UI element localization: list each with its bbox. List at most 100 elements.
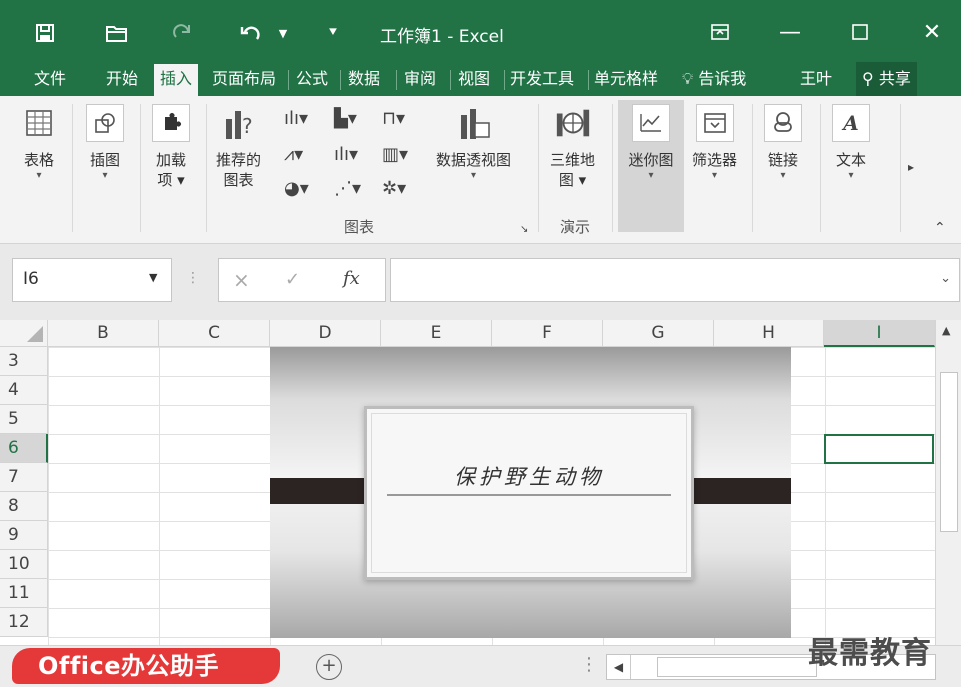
chevron-down-icon: ▾: [36, 170, 42, 181]
undo-icon[interactable]: [236, 18, 266, 48]
column-header-b[interactable]: B: [48, 320, 159, 347]
column-header-d[interactable]: D: [270, 320, 381, 347]
tell-me-box[interactable]: 💡︎ 告诉我: [676, 62, 752, 96]
chevron-down-icon: ▾: [648, 170, 654, 181]
active-cell-i6[interactable]: [824, 434, 934, 464]
scatter-chart-icon[interactable]: ⋰▾: [334, 178, 361, 199]
add-sheet-icon[interactable]: +: [316, 654, 342, 680]
tab-file[interactable]: 文件: [28, 62, 72, 96]
group-separator: [612, 104, 613, 232]
group-separator: [72, 104, 73, 232]
column-header-h[interactable]: H: [714, 320, 824, 347]
slicer-icon: [695, 104, 734, 142]
column-header-g[interactable]: G: [603, 320, 714, 347]
recommended-charts-label-line2: 图表: [223, 171, 254, 189]
combo-chart-icon[interactable]: ▥▾: [382, 144, 408, 165]
ribbon-display-options-icon[interactable]: [700, 14, 740, 50]
column-header-f[interactable]: F: [492, 320, 603, 347]
row-header-4[interactable]: 4: [0, 376, 48, 405]
formula-bar-resize-handle[interactable]: ⋮: [186, 270, 200, 286]
pivot-chart-button[interactable]: 数据透视图 ▾: [436, 104, 511, 182]
horizontal-scroll-thumb[interactable]: [657, 657, 817, 677]
save-icon[interactable]: [30, 18, 60, 48]
row-header-3[interactable]: 3: [0, 347, 48, 376]
tab-view[interactable]: 视图: [452, 62, 496, 96]
dialog-launcher-icon[interactable]: ↘: [520, 224, 528, 235]
column-header-e[interactable]: E: [381, 320, 492, 347]
tab-review[interactable]: 审阅: [398, 62, 442, 96]
pie-chart-icon[interactable]: ◕▾: [284, 178, 309, 199]
sparkline-icon: [632, 104, 670, 142]
collapse-ribbon-icon[interactable]: ⌃: [934, 220, 946, 236]
globe-icon: [554, 104, 592, 142]
name-box[interactable]: I6 ▼: [12, 258, 172, 302]
redo-icon[interactable]: [168, 18, 198, 48]
formula-input[interactable]: ⌄: [390, 258, 960, 302]
vertical-scroll-thumb[interactable]: [940, 372, 958, 532]
inserted-picture[interactable]: 保护野生动物: [270, 347, 791, 638]
row-header-8[interactable]: 8: [0, 492, 48, 521]
tab-page-layout[interactable]: 页面布局: [206, 62, 282, 96]
statistic-chart-icon[interactable]: ılı▾: [334, 144, 358, 165]
table-button[interactable]: 表格 ▾: [20, 104, 58, 182]
tab-insert[interactable]: 插入: [154, 64, 199, 96]
waterfall-chart-icon[interactable]: ⊓▾: [382, 108, 405, 129]
sparklines-label: 迷你图: [628, 151, 674, 169]
enter-icon[interactable]: ✓: [285, 269, 300, 290]
insert-function-icon[interactable]: fx: [343, 268, 360, 289]
tab-formulas[interactable]: 公式: [290, 62, 334, 96]
select-all-corner[interactable]: [0, 320, 48, 347]
minimize-icon[interactable]: —: [770, 14, 810, 50]
row-header-9[interactable]: 9: [0, 521, 48, 550]
illustrations-button[interactable]: 插图 ▾: [86, 104, 124, 182]
undo-dropdown-icon[interactable]: ▼: [268, 18, 298, 48]
customize-qat-icon[interactable]: ⯆: [318, 18, 348, 48]
close-icon[interactable]: ✕: [912, 14, 952, 50]
tab-split-handle[interactable]: ⋮: [580, 654, 598, 675]
chevron-down-icon[interactable]: ▼: [149, 271, 157, 284]
maximize-icon[interactable]: [840, 14, 880, 50]
column-header-i[interactable]: I: [824, 320, 935, 347]
vertical-scrollbar[interactable]: ▲: [935, 320, 961, 645]
tab-home[interactable]: 开始: [100, 62, 144, 96]
row-header-12[interactable]: 12: [0, 608, 48, 637]
scroll-up-icon[interactable]: ▲: [942, 324, 950, 337]
svg-text:?: ?: [242, 114, 253, 138]
addins-button[interactable]: 加载 项 ▾: [152, 104, 190, 190]
column-header-c[interactable]: C: [159, 320, 270, 347]
shapes-icon: [86, 104, 124, 142]
row-header-10[interactable]: 10: [0, 550, 48, 579]
links-button[interactable]: 链接 ▾: [764, 104, 802, 182]
sparklines-button[interactable]: 迷你图 ▾: [618, 100, 684, 232]
tab-cell-styles[interactable]: 单元格样: [588, 62, 666, 96]
ribbon: 表格 ▾ 插图 ▾ 加载 项 ▾ ? 推荐的 图表 ılı▾ ▙▾ ⊓▾ ⩘▾: [0, 96, 961, 244]
sheet-tab-office[interactable]: Office办公助手: [12, 648, 280, 684]
column-chart-icon[interactable]: ılı▾: [284, 108, 308, 129]
row-header-11[interactable]: 11: [0, 579, 48, 608]
chevron-down-icon: ▾: [102, 170, 108, 181]
folder-open-icon[interactable]: [102, 18, 132, 48]
expand-formula-bar-icon[interactable]: ⌄: [940, 271, 951, 286]
tab-data[interactable]: 数据: [342, 62, 386, 96]
hierarchy-chart-icon[interactable]: ▙▾: [334, 108, 357, 129]
row-header-5[interactable]: 5: [0, 405, 48, 434]
cancel-icon[interactable]: ×: [233, 268, 250, 292]
line-chart-icon[interactable]: ⩘▾: [284, 144, 303, 165]
share-button[interactable]: ⚲ 共享: [856, 62, 917, 96]
watermark: 最需教育: [808, 636, 932, 671]
tab-separator: [450, 70, 451, 90]
filters-button[interactable]: 筛选器 ▾: [692, 104, 737, 182]
tab-developer[interactable]: 开发工具: [504, 62, 588, 96]
recommended-chart-icon: ?: [220, 104, 258, 142]
group-separator: [820, 104, 821, 232]
user-name[interactable]: 王叶: [794, 62, 838, 96]
text-button[interactable]: A 文本 ▾: [832, 104, 870, 182]
recommended-charts-button[interactable]: ? 推荐的 图表: [216, 104, 261, 190]
3d-map-button[interactable]: 三维地 图 ▾: [550, 104, 595, 190]
row-header-6[interactable]: 6: [0, 434, 48, 463]
worksheet-grid[interactable]: B C D E F G H I 3 4 5 6 7 8 9 10 11 12 保…: [0, 320, 961, 645]
radar-chart-icon[interactable]: ✲▾: [382, 178, 406, 199]
scroll-left-icon[interactable]: ◀: [607, 655, 631, 679]
ribbon-scroll-right-icon[interactable]: ▸: [908, 160, 914, 174]
row-header-7[interactable]: 7: [0, 463, 48, 492]
